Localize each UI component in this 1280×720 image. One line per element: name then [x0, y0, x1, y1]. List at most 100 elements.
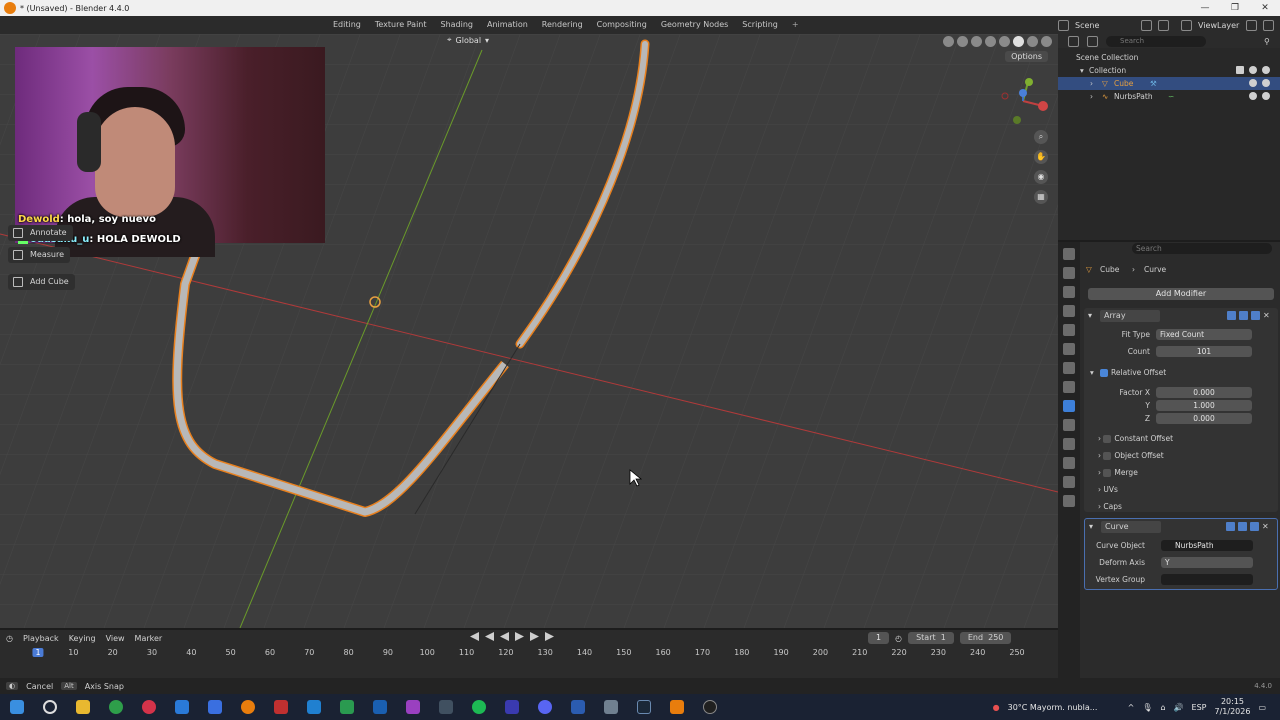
- array-modifier-header[interactable]: ▾ Array ✕: [1084, 308, 1278, 324]
- play-reverse-icon[interactable]: [500, 632, 509, 641]
- curve-object-field[interactable]: NurbsPath: [1161, 540, 1253, 551]
- app-icon[interactable]: [208, 700, 222, 714]
- factor-x-field[interactable]: 0.000: [1156, 387, 1252, 398]
- start-frame-field[interactable]: Start 1: [908, 632, 954, 644]
- display-mode-icon[interactable]: [1087, 35, 1098, 47]
- curve-modifier-name[interactable]: Curve: [1101, 521, 1161, 533]
- overlay-toggle-icon[interactable]: [971, 36, 982, 47]
- pan-hand-icon[interactable]: ✋: [1034, 150, 1048, 164]
- array-modifier-name[interactable]: Array: [1100, 310, 1160, 322]
- constraints-tab-icon[interactable]: [1063, 457, 1075, 469]
- modifier-tab-icon[interactable]: [1063, 400, 1075, 412]
- transform-orientation[interactable]: ⌖ Global ▾: [447, 35, 489, 45]
- outliner-search-input[interactable]: Search: [1106, 35, 1206, 47]
- chevron-down-icon[interactable]: ▾: [1088, 308, 1092, 324]
- editor-type-icon[interactable]: ◷: [6, 634, 13, 643]
- tab-texture-paint[interactable]: Texture Paint: [368, 16, 434, 34]
- camera-icon[interactable]: [1262, 66, 1270, 74]
- properties-search-input[interactable]: Search: [1132, 243, 1272, 254]
- opera-icon[interactable]: [142, 700, 156, 714]
- tab-geometry-nodes[interactable]: Geometry Nodes: [654, 16, 735, 34]
- chevron-right-icon[interactable]: ›: [1090, 90, 1093, 103]
- outliner-collection[interactable]: ▾ Collection: [1058, 64, 1280, 77]
- object-tab-icon[interactable]: [1063, 381, 1075, 393]
- close-icon[interactable]: ✕: [1263, 311, 1272, 320]
- prev-keyframe-icon[interactable]: [485, 632, 494, 641]
- next-keyframe-icon[interactable]: [530, 632, 539, 641]
- chevron-up-icon[interactable]: ^: [1128, 703, 1135, 712]
- chrome-icon[interactable]: [109, 700, 123, 714]
- camera-icon[interactable]: [1262, 92, 1270, 100]
- end-frame-field[interactable]: End 250: [959, 632, 1012, 644]
- word-icon[interactable]: [571, 700, 585, 714]
- realtime-icon[interactable]: [1238, 522, 1247, 531]
- outliner-item-cube[interactable]: › ▽ Cube ⚒: [1058, 77, 1280, 90]
- new-view-layer-icon[interactable]: [1246, 19, 1257, 31]
- weather-text[interactable]: 30°C Mayorm. nubla...: [1008, 703, 1120, 712]
- filter-icon[interactable]: ⚲: [1264, 37, 1270, 46]
- count-field[interactable]: 101: [1156, 346, 1252, 357]
- edit-mode-icon[interactable]: [1226, 522, 1235, 531]
- jump-end-icon[interactable]: [545, 632, 554, 641]
- data-tab-icon[interactable]: [1063, 476, 1075, 488]
- tab-compositing[interactable]: Compositing: [590, 16, 654, 34]
- chevron-down-icon[interactable]: ▾: [1080, 64, 1084, 77]
- scene-name[interactable]: Scene: [1075, 21, 1135, 30]
- new-scene-icon[interactable]: [1141, 19, 1152, 31]
- merge-section[interactable]: › Merge: [1098, 468, 1138, 477]
- editor-type-icon[interactable]: [1068, 35, 1079, 47]
- close-icon[interactable]: ✕: [1262, 522, 1271, 531]
- eye-icon[interactable]: [1249, 66, 1257, 74]
- collection-tab-icon[interactable]: [1063, 362, 1075, 374]
- eye-icon[interactable]: [1249, 92, 1257, 100]
- grid-view-icon[interactable]: ▦: [1034, 190, 1048, 204]
- render-icon[interactable]: [1250, 522, 1259, 531]
- tool-add-cube[interactable]: Add Cube: [8, 274, 75, 290]
- render-tab-icon[interactable]: [1063, 267, 1075, 279]
- windows-start-icon[interactable]: [10, 700, 24, 714]
- app-icon[interactable]: [604, 700, 618, 714]
- discord-icon[interactable]: [538, 700, 552, 714]
- tab-rendering[interactable]: Rendering: [535, 16, 590, 34]
- vertex-group-field[interactable]: [1161, 574, 1253, 585]
- 3d-viewport[interactable]: ⌖ Global ▾ Options Dewold: hola, soy nue…: [0, 34, 1058, 628]
- add-modifier-button[interactable]: Add Modifier: [1088, 288, 1274, 300]
- view-layer-tab-icon[interactable]: [1063, 305, 1075, 317]
- checkbox-icon[interactable]: [1103, 469, 1112, 477]
- spotify-icon[interactable]: [472, 700, 486, 714]
- steam-icon[interactable]: [637, 700, 651, 714]
- checkbox-icon[interactable]: [1103, 452, 1112, 460]
- menu-view[interactable]: View: [106, 634, 125, 643]
- file-explorer-icon[interactable]: [76, 700, 90, 714]
- camera-icon[interactable]: ◉: [1034, 170, 1048, 184]
- close-icon[interactable]: ✕: [1250, 0, 1280, 16]
- physics-tab-icon[interactable]: [1063, 438, 1075, 450]
- checkbox-icon[interactable]: [1236, 66, 1244, 74]
- jump-start-icon[interactable]: [470, 632, 479, 641]
- microphone-icon[interactable]: 🎙: [1142, 703, 1152, 712]
- xray-toggle-icon[interactable]: [985, 36, 996, 47]
- speaker-icon[interactable]: 🔊: [1174, 703, 1184, 712]
- object-offset-section[interactable]: › Object Offset: [1098, 451, 1164, 460]
- material-tab-icon[interactable]: [1063, 495, 1075, 507]
- curve-modifier-header[interactable]: ▾ Curve ✕: [1085, 519, 1277, 535]
- current-frame-field[interactable]: 1: [868, 632, 890, 644]
- blender-app-icon[interactable]: [241, 700, 255, 714]
- language-indicator[interactable]: ESP: [1192, 703, 1207, 712]
- outliner-item-nurbspath[interactable]: › ∿ NurbsPath ∽: [1058, 90, 1280, 103]
- network-icon[interactable]: ⌂: [1160, 703, 1165, 712]
- options-dropdown[interactable]: Options: [1005, 51, 1048, 62]
- view-layer-name[interactable]: ViewLayer: [1198, 21, 1240, 30]
- app-icon[interactable]: [406, 700, 420, 714]
- tool-tab-icon[interactable]: [1063, 248, 1075, 260]
- navigation-gizmo[interactable]: [996, 74, 1050, 128]
- tab-animation[interactable]: Animation: [480, 16, 535, 34]
- app-icon[interactable]: [307, 700, 321, 714]
- render-icon[interactable]: [1251, 311, 1260, 320]
- minimize-icon[interactable]: —: [1190, 0, 1220, 16]
- constant-offset-section[interactable]: › Constant Offset: [1098, 434, 1173, 443]
- tool-annotate[interactable]: Annotate: [8, 225, 73, 241]
- add-workspace-icon[interactable]: +: [785, 16, 806, 34]
- outliner-scene-collection[interactable]: Scene Collection: [1058, 51, 1280, 64]
- delete-view-layer-icon[interactable]: [1263, 19, 1274, 31]
